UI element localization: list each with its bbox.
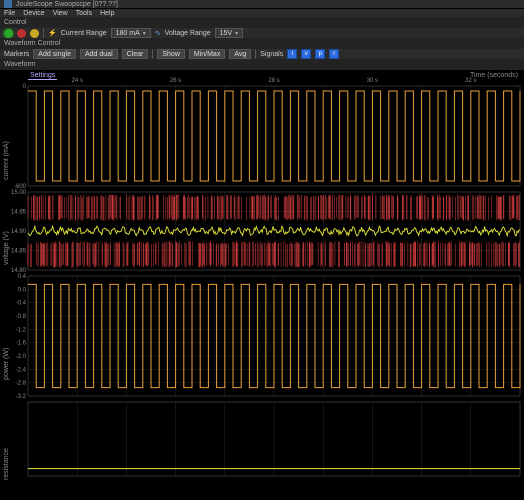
section-waveform-label: Waveform — [0, 59, 524, 70]
menu-file[interactable]: File — [4, 10, 15, 17]
play-icon[interactable] — [4, 29, 13, 38]
ylabel-resistance: resistance — [3, 448, 10, 480]
svg-text:0.0: 0.0 — [18, 287, 27, 293]
svg-text:-2.8: -2.8 — [16, 381, 27, 387]
current-range-dropdown[interactable]: 180 mA ▾ — [111, 28, 151, 38]
svg-text:-1.2: -1.2 — [16, 327, 27, 333]
menu-device[interactable]: Device — [23, 10, 44, 17]
waveform-canvas[interactable]: 24 s26 s28 s30 s32 s0-60015.0014.9514.90… — [0, 70, 524, 500]
signal-v-button[interactable]: v — [301, 49, 311, 59]
markers-add-dual-button[interactable]: Add dual — [80, 49, 118, 59]
stop-icon[interactable] — [17, 29, 26, 38]
signal-r-button[interactable]: r — [329, 49, 339, 59]
markers-clear-button[interactable]: Clear — [122, 49, 149, 59]
control-toolbar: ⚡ Current Range 180 mA ▾ ∿ Voltage Range… — [0, 28, 524, 38]
svg-text:-2.0: -2.0 — [16, 354, 27, 360]
menubar: File Device View Tools Help — [0, 9, 524, 17]
waveform-control-toolbar: Markers Add single Add dual Clear Show M… — [0, 49, 524, 59]
settings-tab[interactable]: Settings — [28, 72, 57, 80]
separator — [43, 28, 44, 38]
current-range-label: Current Range — [61, 30, 107, 37]
chevron-down-icon: ▾ — [143, 30, 146, 37]
section-waveform-control-label: Waveform Control — [0, 38, 524, 49]
svg-text:30 s: 30 s — [367, 78, 378, 84]
chevron-down-icon: ▾ — [235, 30, 238, 37]
minmax-button[interactable]: Min/Max — [189, 49, 225, 59]
ylabel-power: power (W) — [3, 348, 10, 380]
markers-label: Markers — [4, 51, 29, 58]
signal-p-button[interactable]: p — [315, 49, 325, 59]
svg-text:-0.8: -0.8 — [16, 314, 27, 320]
voltage-range-dropdown[interactable]: 15V ▾ — [215, 28, 243, 38]
menu-view[interactable]: View — [53, 10, 68, 17]
plot-area[interactable]: Settings Time (seconds) current (mA) vol… — [0, 70, 524, 500]
svg-text:14.90: 14.90 — [11, 229, 27, 235]
svg-text:24 s: 24 s — [72, 78, 83, 84]
signal-icon: ∿ — [155, 29, 161, 37]
svg-text:-3.2: -3.2 — [16, 394, 27, 400]
section-control-label: Control — [0, 17, 524, 28]
avg-button[interactable]: Avg — [229, 49, 251, 59]
svg-text:15.00: 15.00 — [11, 190, 27, 196]
svg-text:0.4: 0.4 — [18, 274, 27, 280]
signal-i-button[interactable]: i — [287, 49, 297, 59]
svg-text:-1.6: -1.6 — [16, 341, 27, 347]
svg-text:28 s: 28 s — [268, 78, 279, 84]
svg-text:14.85: 14.85 — [11, 249, 27, 255]
svg-text:14.95: 14.95 — [11, 210, 27, 216]
window-title: JouleScope Swoopscpe [0??.??] — [16, 1, 118, 8]
separator — [152, 49, 153, 59]
markers-add-single-button[interactable]: Add single — [33, 49, 76, 59]
app-icon — [4, 0, 12, 8]
svg-text:-0.4: -0.4 — [16, 301, 27, 307]
x-axis-label: Time (seconds) — [470, 72, 518, 79]
ylabel-voltage: voltage (V) — [3, 231, 10, 265]
show-button[interactable]: Show — [157, 49, 185, 59]
pause-icon[interactable] — [30, 29, 39, 38]
signals-label: Signals — [260, 51, 283, 58]
menu-help[interactable]: Help — [100, 10, 114, 17]
svg-text:-2.4: -2.4 — [16, 367, 27, 373]
ylabel-current: current (mA) — [3, 141, 10, 180]
lightning-icon: ⚡ — [48, 29, 57, 37]
separator — [255, 49, 256, 59]
voltage-range-label: Voltage Range — [165, 30, 211, 37]
svg-text:26 s: 26 s — [170, 78, 181, 84]
window-titlebar: JouleScope Swoopscpe [0??.??] — [0, 0, 524, 9]
voltage-range-value: 15V — [220, 30, 232, 37]
svg-text:0: 0 — [23, 84, 27, 90]
menu-tools[interactable]: Tools — [76, 10, 92, 17]
current-range-value: 180 mA — [116, 30, 140, 37]
